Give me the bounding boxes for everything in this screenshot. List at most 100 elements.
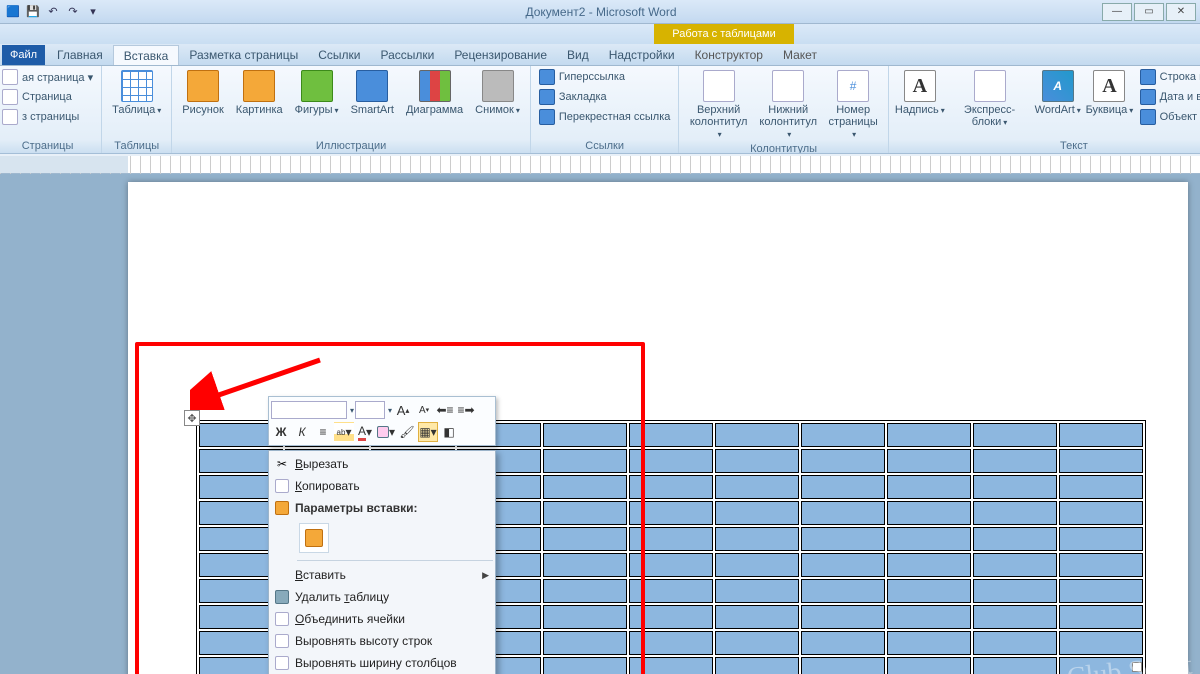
tab-home[interactable]: Главная: [47, 45, 113, 65]
table-cell[interactable]: [973, 501, 1057, 525]
table-cell[interactable]: [973, 449, 1057, 473]
qat-more-button[interactable]: ▾: [84, 3, 102, 21]
tab-mailings[interactable]: Рассылки: [370, 45, 444, 65]
tab-addins[interactable]: Надстройки: [599, 45, 685, 65]
table-cell[interactable]: [1059, 423, 1143, 447]
table-cell[interactable]: [543, 657, 627, 674]
shrink-font-button[interactable]: A▾: [414, 400, 434, 420]
table-cell[interactable]: [973, 657, 1057, 674]
smartart-button[interactable]: SmartArt: [347, 68, 398, 118]
table-cell[interactable]: [887, 423, 971, 447]
file-tab[interactable]: Файл: [2, 45, 45, 65]
menu-distribute-rows[interactable]: Выровнять высоту строк: [269, 630, 495, 652]
textbox-button[interactable]: AНадпись▾: [895, 68, 945, 118]
table-cell[interactable]: [1059, 501, 1143, 525]
table-cell[interactable]: [1059, 605, 1143, 629]
hyperlink-button[interactable]: Гиперссылка: [537, 68, 673, 86]
menu-cut[interactable]: ✂ВВырезатьырезать: [269, 453, 495, 475]
table-cell[interactable]: [801, 501, 885, 525]
table-cell[interactable]: [1059, 527, 1143, 551]
table-cell[interactable]: [887, 449, 971, 473]
table-cell[interactable]: [629, 475, 713, 499]
table-cell[interactable]: [973, 605, 1057, 629]
tab-references[interactable]: Ссылки: [308, 45, 370, 65]
table-cell[interactable]: [629, 553, 713, 577]
undo-button[interactable]: ↶: [44, 3, 62, 21]
font-color-button[interactable]: A▾: [355, 422, 375, 442]
table-cell[interactable]: [1059, 475, 1143, 499]
highlight-button[interactable]: ab▾: [334, 422, 354, 442]
table-cell[interactable]: [629, 605, 713, 629]
table-cell[interactable]: [801, 423, 885, 447]
table-button[interactable]: Таблица▾: [108, 68, 165, 118]
bold-button[interactable]: Ж: [271, 422, 291, 442]
table-cell[interactable]: [887, 553, 971, 577]
tab-view[interactable]: Вид: [557, 45, 599, 65]
increase-indent-button[interactable]: ≡➡: [456, 400, 476, 420]
menu-copy[interactable]: Копировать: [269, 475, 495, 497]
table-cell[interactable]: [543, 553, 627, 577]
tab-table-design[interactable]: Конструктор: [685, 45, 773, 65]
table-cell[interactable]: [973, 475, 1057, 499]
menu-delete-table[interactable]: Удалить таблицу: [269, 586, 495, 608]
signature-line-button[interactable]: Строка подписи▾: [1138, 68, 1200, 86]
tab-table-layout[interactable]: Макет: [773, 45, 827, 65]
table-cell[interactable]: [715, 475, 799, 499]
blank-page-button[interactable]: Страница: [0, 88, 95, 106]
table-cell[interactable]: [715, 605, 799, 629]
tab-insert[interactable]: Вставка: [113, 45, 180, 65]
table-cell[interactable]: [973, 423, 1057, 447]
table-cell[interactable]: [973, 527, 1057, 551]
table-cell[interactable]: [715, 527, 799, 551]
grow-font-button[interactable]: A▴: [393, 400, 413, 420]
table-cell[interactable]: [973, 631, 1057, 655]
table-cell[interactable]: [543, 423, 627, 447]
table-cell[interactable]: [715, 501, 799, 525]
table-cell[interactable]: [629, 657, 713, 674]
tab-review[interactable]: Рецензирование: [444, 45, 557, 65]
table-cell[interactable]: [887, 475, 971, 499]
table-cell[interactable]: [543, 449, 627, 473]
table-cell[interactable]: [887, 657, 971, 674]
document-area[interactable]: ✥ ▾ ▾ A▴ A▾ ⬅≡ ≡➡ Ж К ≡ ab▾ A▾ ▾ 🖌: [0, 174, 1200, 674]
menu-insert[interactable]: Вставить▶: [269, 564, 495, 586]
date-time-button[interactable]: Дата и время: [1138, 88, 1200, 106]
borders-button[interactable]: ▦▾: [418, 422, 438, 442]
font-size-combo[interactable]: [355, 401, 385, 419]
table-cell[interactable]: [887, 579, 971, 603]
table-cell[interactable]: [801, 553, 885, 577]
table-cell[interactable]: [715, 579, 799, 603]
footer-button[interactable]: Нижний колонтитул ▾: [756, 68, 821, 142]
table-cell[interactable]: [1059, 449, 1143, 473]
header-button[interactable]: Верхний колонтитул ▾: [685, 68, 751, 142]
table-cell[interactable]: [543, 527, 627, 551]
bookmark-button[interactable]: Закладка: [537, 88, 673, 106]
table-cell[interactable]: [629, 631, 713, 655]
table-cell[interactable]: [973, 553, 1057, 577]
page-break-button[interactable]: з страницы: [0, 108, 95, 126]
table-cell[interactable]: [715, 631, 799, 655]
font-family-combo[interactable]: [271, 401, 347, 419]
decrease-indent-button[interactable]: ⬅≡: [435, 400, 455, 420]
table-cell[interactable]: [629, 527, 713, 551]
save-button[interactable]: 💾: [24, 3, 42, 21]
table-cell[interactable]: [629, 579, 713, 603]
word-icon[interactable]: 🟦: [4, 3, 22, 21]
quickparts-button[interactable]: Экспресс-блоки▾: [949, 68, 1030, 130]
table-cell[interactable]: [715, 553, 799, 577]
menu-distribute-cols[interactable]: Выровнять ширину столбцов: [269, 652, 495, 674]
table-cell[interactable]: [1059, 553, 1143, 577]
table-cell[interactable]: [801, 449, 885, 473]
table-move-handle[interactable]: ✥: [184, 410, 200, 426]
table-cell[interactable]: [543, 501, 627, 525]
table-cell[interactable]: [801, 657, 885, 674]
cover-page-button[interactable]: ая страница ▾: [0, 68, 95, 86]
wordart-button[interactable]: AWordArt▾: [1034, 68, 1081, 118]
picture-button[interactable]: Рисунок: [178, 68, 228, 118]
align-button[interactable]: ≡: [313, 422, 333, 442]
table-cell[interactable]: [543, 605, 627, 629]
close-button[interactable]: ✕: [1166, 3, 1196, 21]
eraser-button[interactable]: ◧: [439, 422, 459, 442]
table-cell[interactable]: [543, 579, 627, 603]
clipart-button[interactable]: Картинка: [232, 68, 287, 118]
